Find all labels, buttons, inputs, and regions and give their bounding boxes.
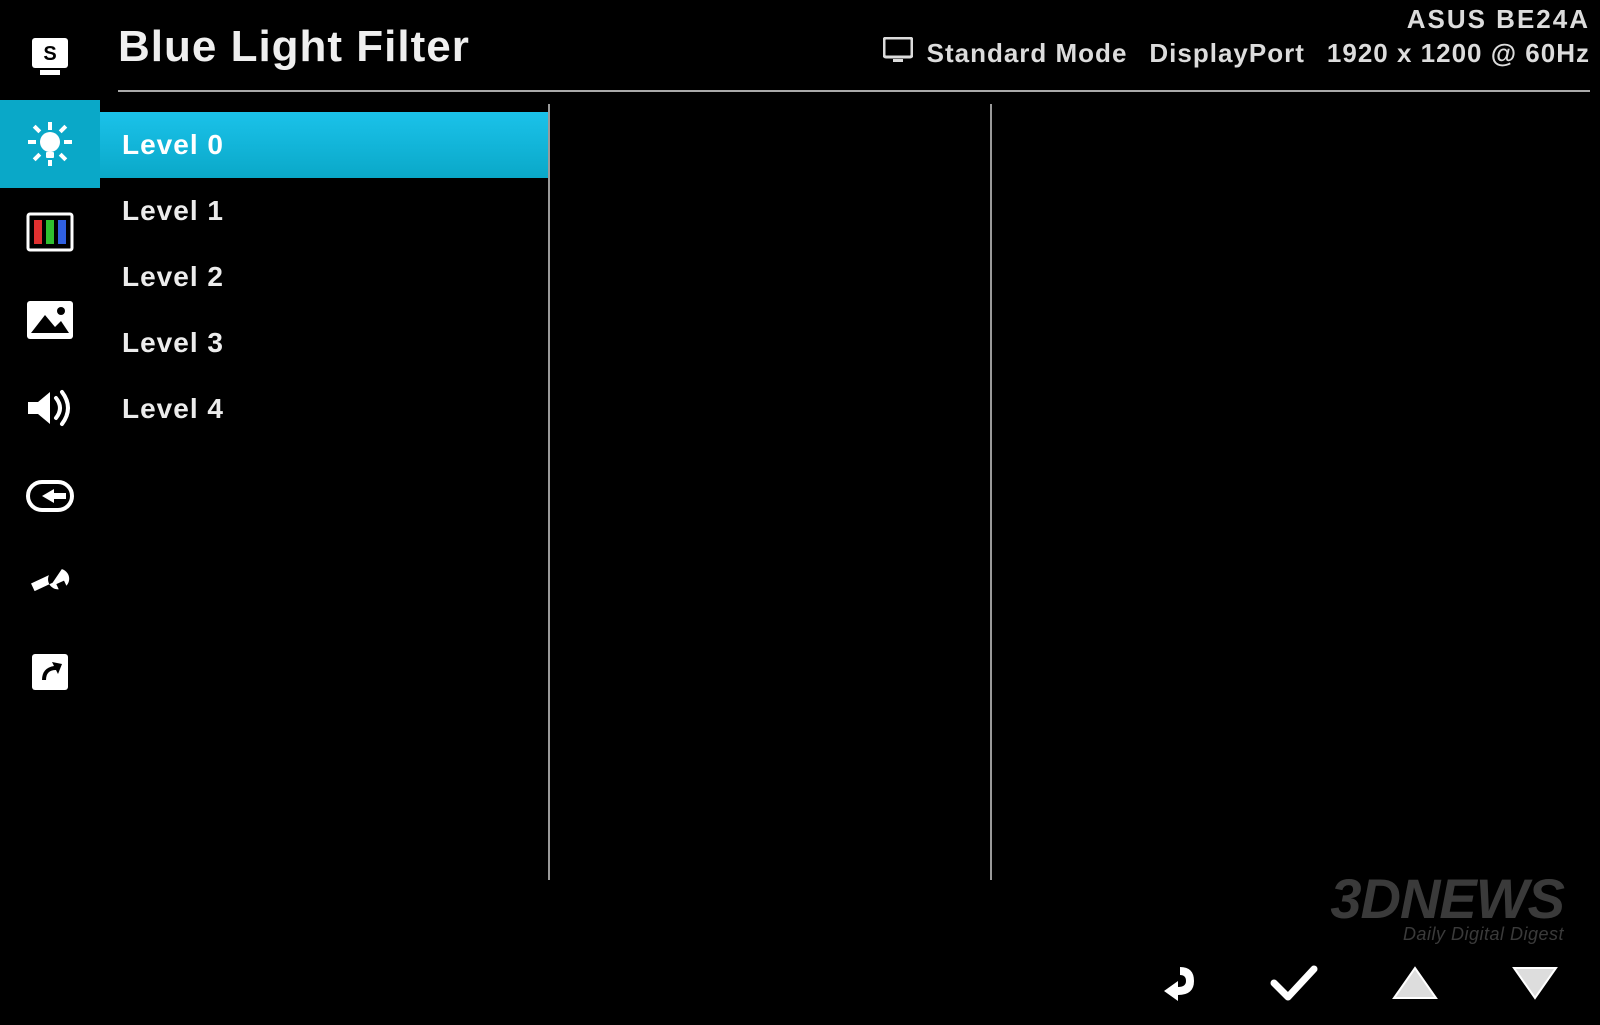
shortcut-icon	[28, 650, 72, 694]
up-button[interactable]	[1390, 964, 1440, 1002]
sidebar-item-image[interactable]	[0, 276, 100, 364]
column-divider	[548, 104, 550, 880]
watermark: 3DNEWS Daily Digital Digest	[1330, 874, 1564, 945]
check-icon	[1268, 963, 1320, 1003]
option-level-2[interactable]: Level 2	[100, 244, 548, 310]
up-icon	[1390, 964, 1440, 1002]
down-button[interactable]	[1510, 964, 1560, 1002]
sidebar-item-shortcut[interactable]	[0, 628, 100, 716]
option-label: Level 3	[122, 327, 224, 359]
watermark-title: 3DNEWS	[1330, 874, 1564, 924]
option-level-0[interactable]: Level 0	[100, 112, 548, 178]
sidebar-item-sound[interactable]	[0, 364, 100, 452]
sidebar-item-splendid[interactable]: S	[0, 12, 100, 100]
wrench-icon	[26, 560, 74, 608]
back-icon	[1150, 961, 1198, 1005]
watermark-subtitle: Daily Digital Digest	[1330, 924, 1564, 945]
footer-nav	[1150, 961, 1560, 1005]
monitor-icon	[883, 37, 913, 70]
sidebar-item-input-select[interactable]	[0, 452, 100, 540]
header: Blue Light Filter ASUS BE24A Standard Mo…	[118, 0, 1590, 92]
mode-label: Standard Mode	[927, 38, 1128, 69]
option-list: Level 0 Level 1 Level 2 Level 3 Level 4	[100, 112, 548, 442]
down-icon	[1510, 964, 1560, 1002]
back-button[interactable]	[1150, 961, 1198, 1005]
option-label: Level 0	[122, 129, 224, 161]
page-title: Blue Light Filter	[118, 22, 470, 72]
status-cluster: ASUS BE24A Standard Mode DisplayPort 192…	[883, 4, 1590, 70]
resolution-label: 1920 x 1200 @ 60Hz	[1327, 38, 1590, 69]
option-level-1[interactable]: Level 1	[100, 178, 548, 244]
speaker-icon	[24, 386, 76, 430]
sidebar-item-color[interactable]	[0, 188, 100, 276]
splendid-icon: S	[26, 32, 74, 80]
sidebar-item-blue-light[interactable]	[0, 100, 100, 188]
input-icon	[24, 476, 76, 516]
mode-indicator: Standard Mode	[883, 37, 1128, 70]
column-divider	[990, 104, 992, 880]
model-label: ASUS BE24A	[883, 4, 1590, 35]
color-bars-icon	[26, 210, 74, 254]
option-label: Level 2	[122, 261, 224, 293]
sidebar-item-system-setup[interactable]	[0, 540, 100, 628]
option-level-3[interactable]: Level 3	[100, 310, 548, 376]
sidebar: S	[0, 0, 100, 880]
input-label: DisplayPort	[1149, 38, 1305, 69]
option-label: Level 1	[122, 195, 224, 227]
confirm-button[interactable]	[1268, 963, 1320, 1003]
option-level-4[interactable]: Level 4	[100, 376, 548, 442]
image-icon	[25, 299, 75, 341]
svg-text:S: S	[43, 43, 56, 65]
bulb-icon	[22, 116, 78, 172]
main-panel: Level 0 Level 1 Level 2 Level 3 Level 4	[100, 94, 1590, 880]
option-label: Level 4	[122, 393, 224, 425]
